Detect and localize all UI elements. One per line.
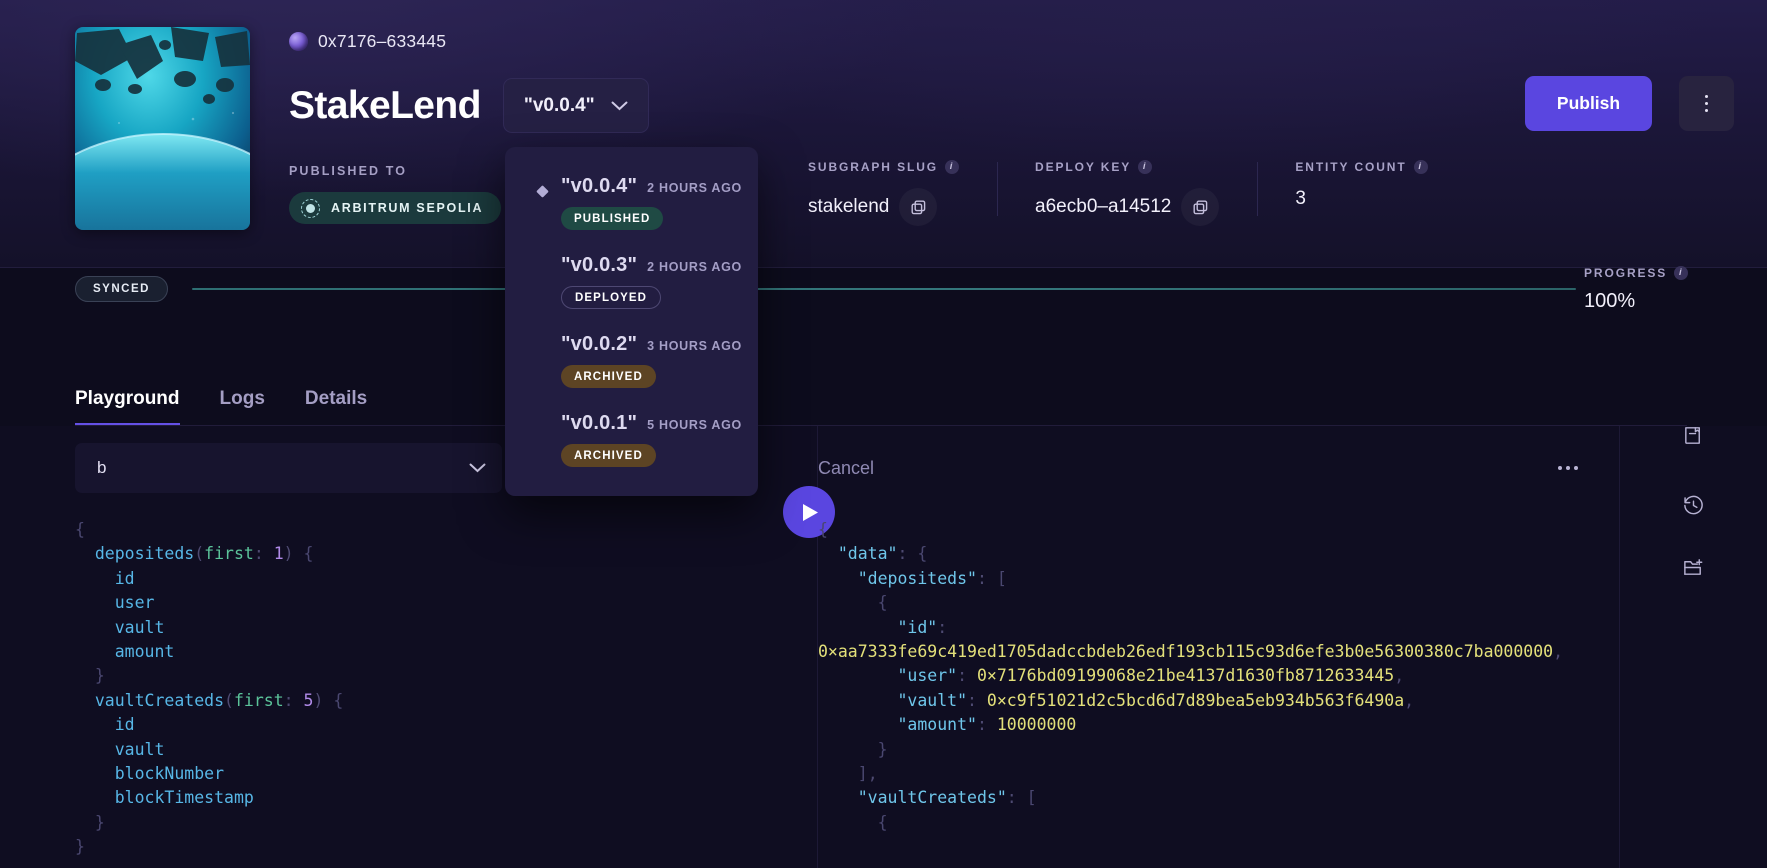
tab-logs[interactable]: Logs [220, 388, 265, 425]
tab-bar: Playground Logs Details [75, 388, 367, 425]
version-selector-button[interactable]: "v0.0.4" [502, 78, 649, 133]
meta-subgraph-slug: SUBGRAPH SLUG i stakelend [770, 160, 997, 226]
more-vertical-icon[interactable] [1679, 76, 1734, 131]
meta-label: ENTITY COUNT [1295, 160, 1407, 174]
version-status-badge: PUBLISHED [561, 207, 664, 230]
version-selector-value: "v0.0.4" [523, 94, 595, 116]
progress-block: PROGRESS i 100% [1584, 266, 1734, 313]
meta-value: 3 [1295, 188, 1306, 209]
play-icon [803, 503, 818, 521]
info-icon[interactable]: i [945, 160, 960, 174]
info-icon[interactable]: i [1674, 266, 1689, 280]
status-badge: SYNCED [75, 276, 168, 302]
chevron-down-icon [611, 101, 628, 110]
title-row: StakeLend "v0.0.4" [289, 78, 649, 133]
published-to-label: PUBLISHED TO [289, 164, 408, 178]
info-icon[interactable]: i [1413, 160, 1428, 174]
owner-address: 0x7176–633445 [318, 31, 447, 51]
result-deposited-id: 0×aa7333fe69c419ed1705dadccbdeb26edf193c… [818, 642, 1554, 662]
owner-row[interactable]: 0x7176–633445 [289, 31, 446, 52]
version-menu-item[interactable]: "v0.0.3" 2 HOURS AGO DEPLOYED [505, 254, 758, 309]
copy-icon[interactable] [1181, 188, 1220, 226]
version-menu-item[interactable]: "v0.0.1" 5 HOURS AGO ARCHIVED [505, 412, 758, 467]
playground-rail [1619, 426, 1767, 868]
result-deposited-amount: 10000000 [996, 715, 1077, 735]
more-horizontal-icon[interactable] [1558, 466, 1578, 470]
meta-value: a6ecb0–a14512 [1035, 196, 1172, 217]
query-result-json: { "data": { "depositeds": [ { "id": 0×aa… [818, 520, 1564, 832]
info-icon[interactable]: i [1138, 160, 1153, 174]
query-result-pane: Cancel { "data": { "depositeds": [ { "id… [783, 426, 1618, 868]
version-name: "v0.0.4" [561, 175, 638, 197]
document-select[interactable]: b [75, 443, 502, 493]
history-icon[interactable] [1670, 482, 1716, 528]
graphql-query-editor[interactable]: { depositeds(first: 1) { id user vault a… [75, 518, 817, 860]
selected-marker-icon [536, 185, 549, 198]
meta-entity-count: ENTITY COUNT i 3 [1257, 160, 1465, 222]
copy-icon[interactable] [899, 188, 938, 226]
version-menu-item[interactable]: "v0.0.2" 3 HOURS AGO ARCHIVED [505, 333, 758, 388]
result-deposited-user: 0×7176bd09199068e21be4137d1630fb87126334… [976, 666, 1395, 686]
meta-label: SUBGRAPH SLUG [808, 160, 939, 174]
subgraph-thumbnail-image [75, 27, 250, 230]
version-time: 5 HOURS AGO [647, 418, 742, 432]
version-status-badge: DEPLOYED [561, 286, 662, 309]
meta-deploy-key: DEPLOY KEY i a6ecb0–a14512 [997, 160, 1257, 226]
docs-icon[interactable] [1670, 412, 1716, 458]
progress-value: 100% [1584, 290, 1636, 312]
tab-details[interactable]: Details [305, 388, 367, 425]
version-name: "v0.0.3" [561, 254, 638, 276]
new-folder-icon[interactable] [1670, 544, 1716, 590]
version-name: "v0.0.1" [561, 412, 638, 434]
progress-label: PROGRESS [1584, 266, 1668, 280]
result-toolbar: Cancel [818, 443, 1600, 493]
arbitrum-logo-icon [301, 198, 320, 218]
tab-playground[interactable]: Playground [75, 388, 180, 425]
meta-label: DEPLOY KEY [1035, 160, 1132, 174]
avatar-icon [289, 32, 308, 51]
network-chip[interactable]: ARBITRUM SEPOLIA [289, 192, 502, 224]
cancel-button[interactable]: Cancel [818, 458, 874, 479]
chevron-down-icon [469, 463, 486, 473]
meta-value: stakelend [808, 196, 890, 217]
sync-progress-bar [192, 288, 1576, 290]
version-time: 2 HOURS AGO [647, 181, 742, 195]
metadata-strip: SUBGRAPH SLUG i stakelend DEPLOY KEY i a… [770, 160, 1466, 226]
header-background [0, 0, 1767, 268]
version-dropdown-menu[interactable]: "v0.0.4" 2 HOURS AGO PUBLISHED "v0.0.3" … [505, 147, 758, 496]
result-deposited-vault: 0×c9f51021d2c5bcd6d7d89bea5eb934b563f649… [986, 690, 1405, 710]
version-time: 2 HOURS AGO [647, 260, 742, 274]
document-select-value: b [97, 458, 107, 477]
version-status-badge: ARCHIVED [561, 444, 656, 467]
version-status-badge: ARCHIVED [561, 365, 656, 388]
version-name: "v0.0.2" [561, 333, 638, 355]
version-time: 3 HOURS AGO [647, 339, 742, 353]
network-name: ARBITRUM SEPOLIA [331, 201, 484, 215]
publish-button[interactable]: Publish [1525, 76, 1652, 131]
version-menu-item[interactable]: "v0.0.4" 2 HOURS AGO PUBLISHED [505, 175, 758, 230]
playground-panel: b { depositeds(first: 1) { id user vault… [0, 426, 1767, 868]
page-title: StakeLend [289, 84, 481, 127]
